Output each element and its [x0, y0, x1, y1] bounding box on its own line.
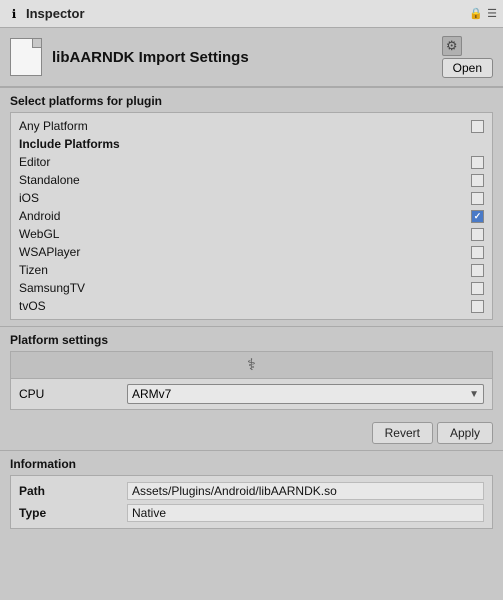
header-actions: ⚙ Open: [442, 36, 493, 78]
platform-label: tvOS: [19, 299, 46, 313]
apply-button[interactable]: Apply: [437, 422, 493, 444]
platform-label: SamsungTV: [19, 281, 85, 295]
platform-settings-title: Platform settings: [10, 333, 493, 347]
platform-row: Standalone: [19, 171, 484, 189]
any-platform-row: Any Platform: [19, 117, 484, 135]
open-button[interactable]: Open: [442, 58, 493, 78]
file-icon: [10, 38, 42, 76]
select-platforms-section: Select platforms for plugin Any Platform…: [0, 88, 503, 326]
cpu-select[interactable]: ARMv7 ▼: [127, 384, 484, 404]
cpu-label: CPU: [19, 387, 119, 401]
info-key: Type: [19, 506, 119, 520]
platform-row: iOS: [19, 189, 484, 207]
platform-label: iOS: [19, 191, 39, 205]
platform-row: SamsungTV: [19, 279, 484, 297]
cpu-dropdown-arrow: ▼: [469, 389, 479, 400]
platform-label: Editor: [19, 155, 50, 169]
info-key: Path: [19, 484, 119, 498]
platform-checkbox[interactable]: [471, 282, 484, 295]
platform-checkbox[interactable]: [471, 156, 484, 169]
any-platform-label: Any Platform: [19, 119, 88, 133]
platform-label: Android: [19, 209, 60, 223]
platform-checkbox[interactable]: [471, 246, 484, 259]
import-settings-title: libAARNDK Import Settings: [52, 49, 432, 66]
platform-checkbox[interactable]: [471, 210, 484, 223]
information-section: Information Path Assets/Plugins/Android/l…: [0, 451, 503, 535]
header-section: libAARNDK Import Settings ⚙ Open: [0, 28, 503, 87]
information-title: Information: [10, 457, 493, 471]
title-bar: ℹ Inspector 🔒 ☰: [0, 0, 503, 28]
gear-button[interactable]: ⚙: [442, 36, 462, 56]
inspector-title: Inspector: [26, 6, 85, 21]
info-value: Native: [127, 504, 484, 522]
platform-settings-section: Platform settings ⚕ CPU ARMv7 ▼: [0, 327, 503, 416]
cpu-value: ARMv7: [132, 387, 171, 401]
android-tab-bar: ⚕: [11, 352, 492, 379]
platform-checkbox[interactable]: [471, 300, 484, 313]
platform-label: Standalone: [19, 173, 80, 187]
platform-label: Tizen: [19, 263, 48, 277]
platform-rows-container: Editor Standalone iOS Android WebGL WSAPlayer…: [19, 153, 484, 315]
android-icon: ⚕: [247, 355, 256, 375]
platforms-panel: Any Platform Include Platforms Editor Sta…: [10, 112, 493, 320]
info-row: Path Assets/Plugins/Android/libAARNDK.so: [19, 480, 484, 502]
info-rows-container: Path Assets/Plugins/Android/libAARNDK.so T…: [19, 480, 484, 524]
info-value: Assets/Plugins/Android/libAARNDK.so: [127, 482, 484, 500]
platform-row: Android: [19, 207, 484, 225]
info-panel: Path Assets/Plugins/Android/libAARNDK.so T…: [10, 475, 493, 529]
platform-checkbox[interactable]: [471, 192, 484, 205]
platform-checkbox[interactable]: [471, 174, 484, 187]
platform-row: Editor: [19, 153, 484, 171]
platform-label: WebGL: [19, 227, 59, 241]
info-row: Type Native: [19, 502, 484, 524]
platform-row: WebGL: [19, 225, 484, 243]
select-platforms-title: Select platforms for plugin: [10, 94, 493, 108]
include-platforms-header: Include Platforms: [19, 135, 484, 153]
platform-row: WSAPlayer: [19, 243, 484, 261]
any-platform-checkbox[interactable]: [471, 120, 484, 133]
cpu-row: CPU ARMv7 ▼: [11, 379, 492, 409]
platform-settings-panel: ⚕ CPU ARMv7 ▼: [10, 351, 493, 410]
platform-checkbox[interactable]: [471, 264, 484, 277]
include-platforms-label: Include Platforms: [19, 137, 120, 151]
platform-row: tvOS: [19, 297, 484, 315]
lock-icon[interactable]: 🔒: [469, 7, 483, 20]
revert-button[interactable]: Revert: [372, 422, 433, 444]
title-bar-controls: 🔒 ☰: [469, 7, 497, 20]
platform-checkbox[interactable]: [471, 228, 484, 241]
action-row: Revert Apply: [0, 416, 503, 450]
platform-row: Tizen: [19, 261, 484, 279]
info-icon: ℹ: [6, 6, 22, 22]
menu-icon[interactable]: ☰: [487, 7, 497, 20]
platform-label: WSAPlayer: [19, 245, 80, 259]
